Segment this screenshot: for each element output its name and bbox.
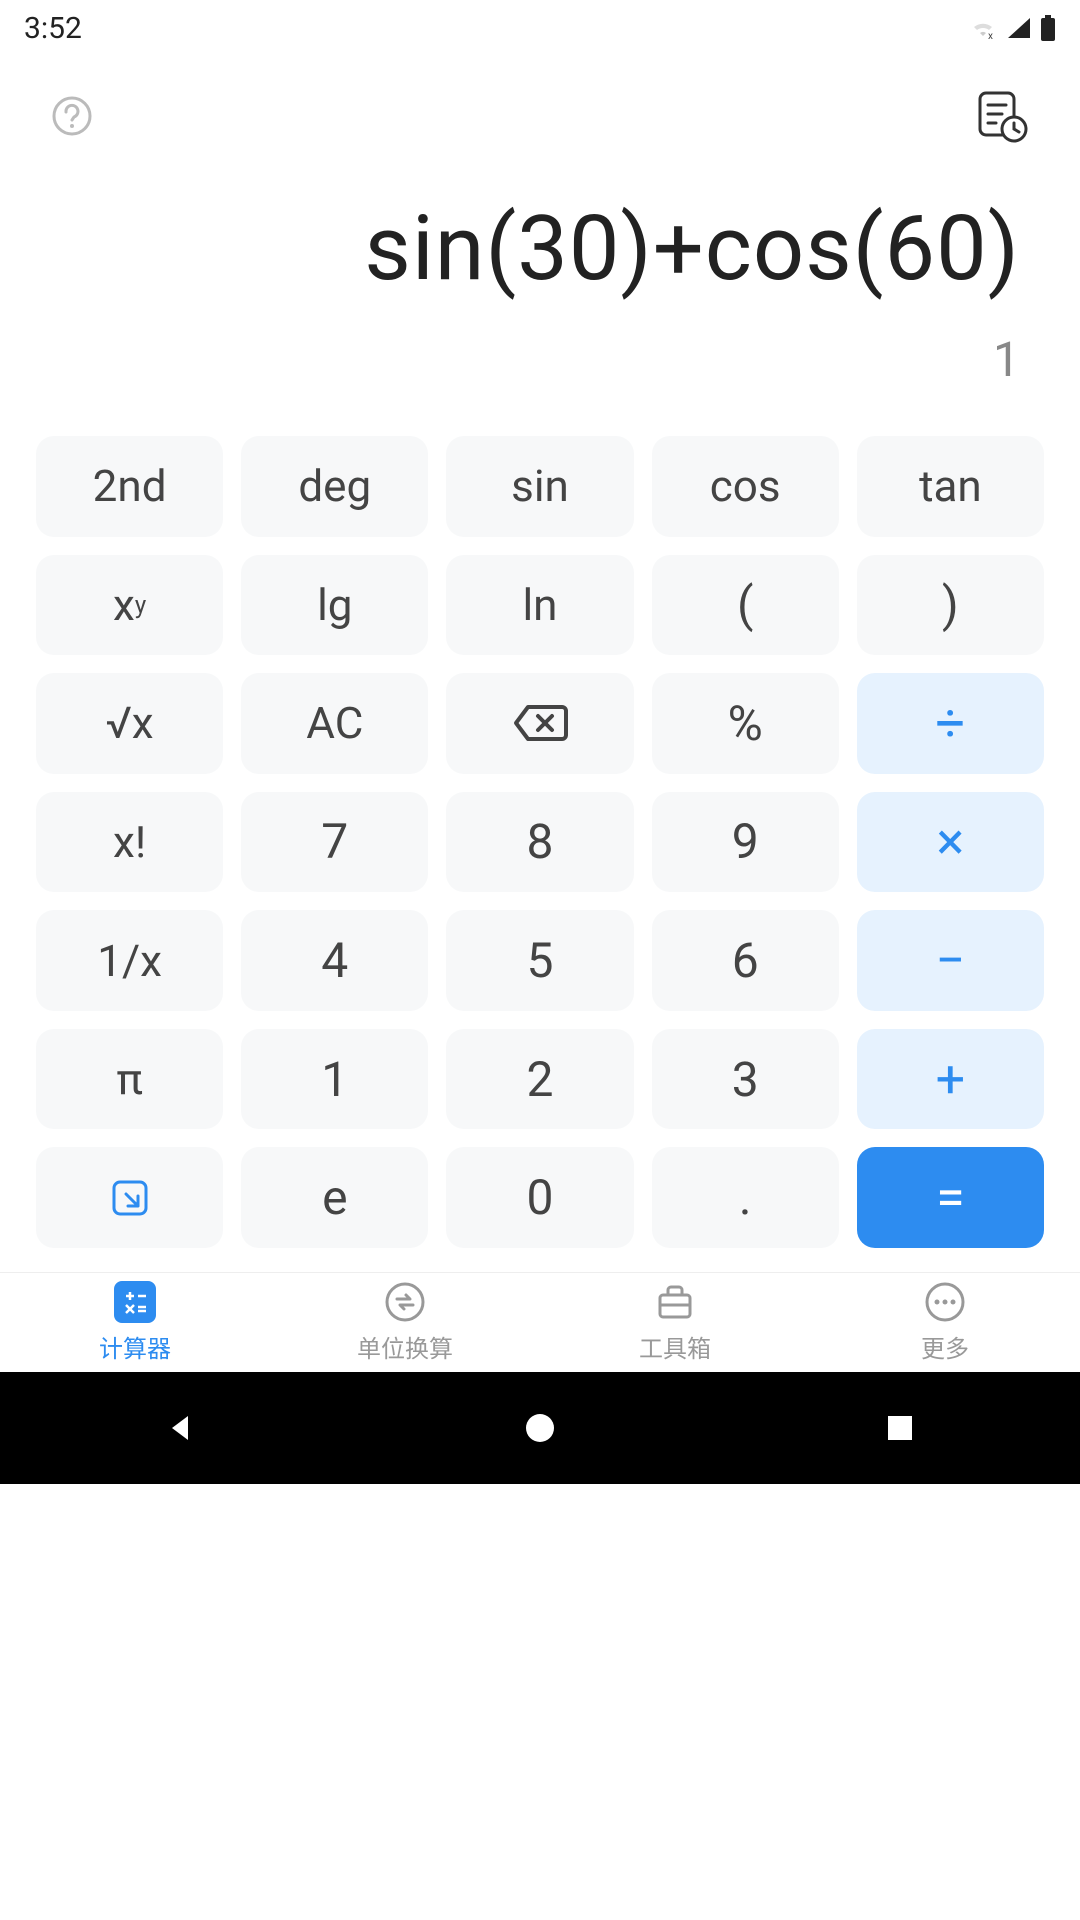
status-time: 3:52 [24, 11, 82, 46]
key-multiply[interactable]: × [857, 792, 1044, 893]
key-power-base: x [113, 579, 135, 631]
back-triangle-icon [162, 1410, 198, 1446]
key-8[interactable]: 8 [446, 792, 633, 893]
key-4[interactable]: 4 [241, 910, 428, 1011]
key-minus[interactable]: − [857, 910, 1044, 1011]
nav-back-button[interactable] [156, 1404, 204, 1452]
key-ln[interactable]: ln [446, 555, 633, 656]
recent-square-icon [885, 1413, 915, 1443]
key-deg[interactable]: deg [241, 436, 428, 537]
battery-icon [1040, 15, 1056, 41]
key-9[interactable]: 9 [652, 792, 839, 893]
key-cos[interactable]: cos [652, 436, 839, 537]
key-7[interactable]: 7 [241, 792, 428, 893]
cell-signal-icon [1006, 16, 1032, 40]
key-0[interactable]: 0 [446, 1147, 633, 1248]
history-button[interactable] [972, 87, 1030, 145]
key-2nd[interactable]: 2nd [36, 436, 223, 537]
result-display: 1 [60, 331, 1020, 388]
keypad: 2nd deg sin cos tan xy lg ln ( ) √x AC %… [0, 408, 1080, 1264]
key-power[interactable]: xy [36, 555, 223, 656]
nav-home-button[interactable] [516, 1404, 564, 1452]
key-dot[interactable]: . [652, 1147, 839, 1248]
top-bar [0, 56, 1080, 176]
key-6[interactable]: 6 [652, 910, 839, 1011]
key-percent[interactable]: % [652, 673, 839, 774]
more-icon [924, 1281, 966, 1323]
help-icon [50, 94, 94, 138]
backspace-icon [512, 703, 568, 743]
expression-display: sin(30)+cos(60) [60, 196, 1020, 301]
key-ac[interactable]: AC [241, 673, 428, 774]
key-plus[interactable]: + [857, 1029, 1044, 1130]
tab-calculator[interactable]: 计算器 [0, 1273, 270, 1372]
help-button[interactable] [50, 94, 94, 138]
key-factorial[interactable]: x! [36, 792, 223, 893]
key-sin[interactable]: sin [446, 436, 633, 537]
toolbox-icon [654, 1281, 696, 1323]
tab-more-label: 更多 [921, 1329, 969, 1364]
tab-unit-label: 单位换算 [357, 1329, 453, 1364]
key-rparen[interactable]: ) [857, 555, 1044, 656]
wifi-off-icon: x [968, 16, 998, 40]
key-divide[interactable]: ÷ [857, 673, 1044, 774]
tab-toolbox[interactable]: 工具箱 [540, 1273, 810, 1372]
key-lg[interactable]: lg [241, 555, 428, 656]
key-collapse[interactable] [36, 1147, 223, 1248]
bottom-tabbar: 计算器 单位换算 工具箱 更多 [0, 1272, 1080, 1372]
status-icons: x [968, 15, 1056, 41]
key-e[interactable]: e [241, 1147, 428, 1248]
android-navbar [0, 1372, 1080, 1484]
nav-recent-button[interactable] [876, 1404, 924, 1452]
key-pi[interactable]: π [36, 1029, 223, 1130]
key-3[interactable]: 3 [652, 1029, 839, 1130]
tab-calculator-label: 计算器 [99, 1329, 171, 1364]
calculator-icon [114, 1281, 156, 1323]
home-circle-icon [523, 1411, 557, 1445]
tab-unit-conversion[interactable]: 单位换算 [270, 1273, 540, 1372]
key-equals[interactable]: = [857, 1147, 1044, 1248]
key-2[interactable]: 2 [446, 1029, 633, 1130]
status-bar: 3:52 x [0, 0, 1080, 56]
key-lparen[interactable]: ( [652, 555, 839, 656]
tab-more[interactable]: 更多 [810, 1273, 1080, 1372]
key-1[interactable]: 1 [241, 1029, 428, 1130]
tab-toolbox-label: 工具箱 [639, 1329, 711, 1364]
history-icon [972, 87, 1030, 145]
key-5[interactable]: 5 [446, 910, 633, 1011]
key-reciprocal[interactable]: 1/x [36, 910, 223, 1011]
key-backspace[interactable] [446, 673, 633, 774]
svg-text:x: x [988, 31, 993, 40]
key-tan[interactable]: tan [857, 436, 1044, 537]
swap-icon [384, 1281, 426, 1323]
collapse-icon [108, 1176, 152, 1220]
display-area: sin(30)+cos(60) 1 [0, 196, 1080, 388]
key-power-sup: y [135, 591, 146, 619]
key-sqrt[interactable]: √x [36, 673, 223, 774]
